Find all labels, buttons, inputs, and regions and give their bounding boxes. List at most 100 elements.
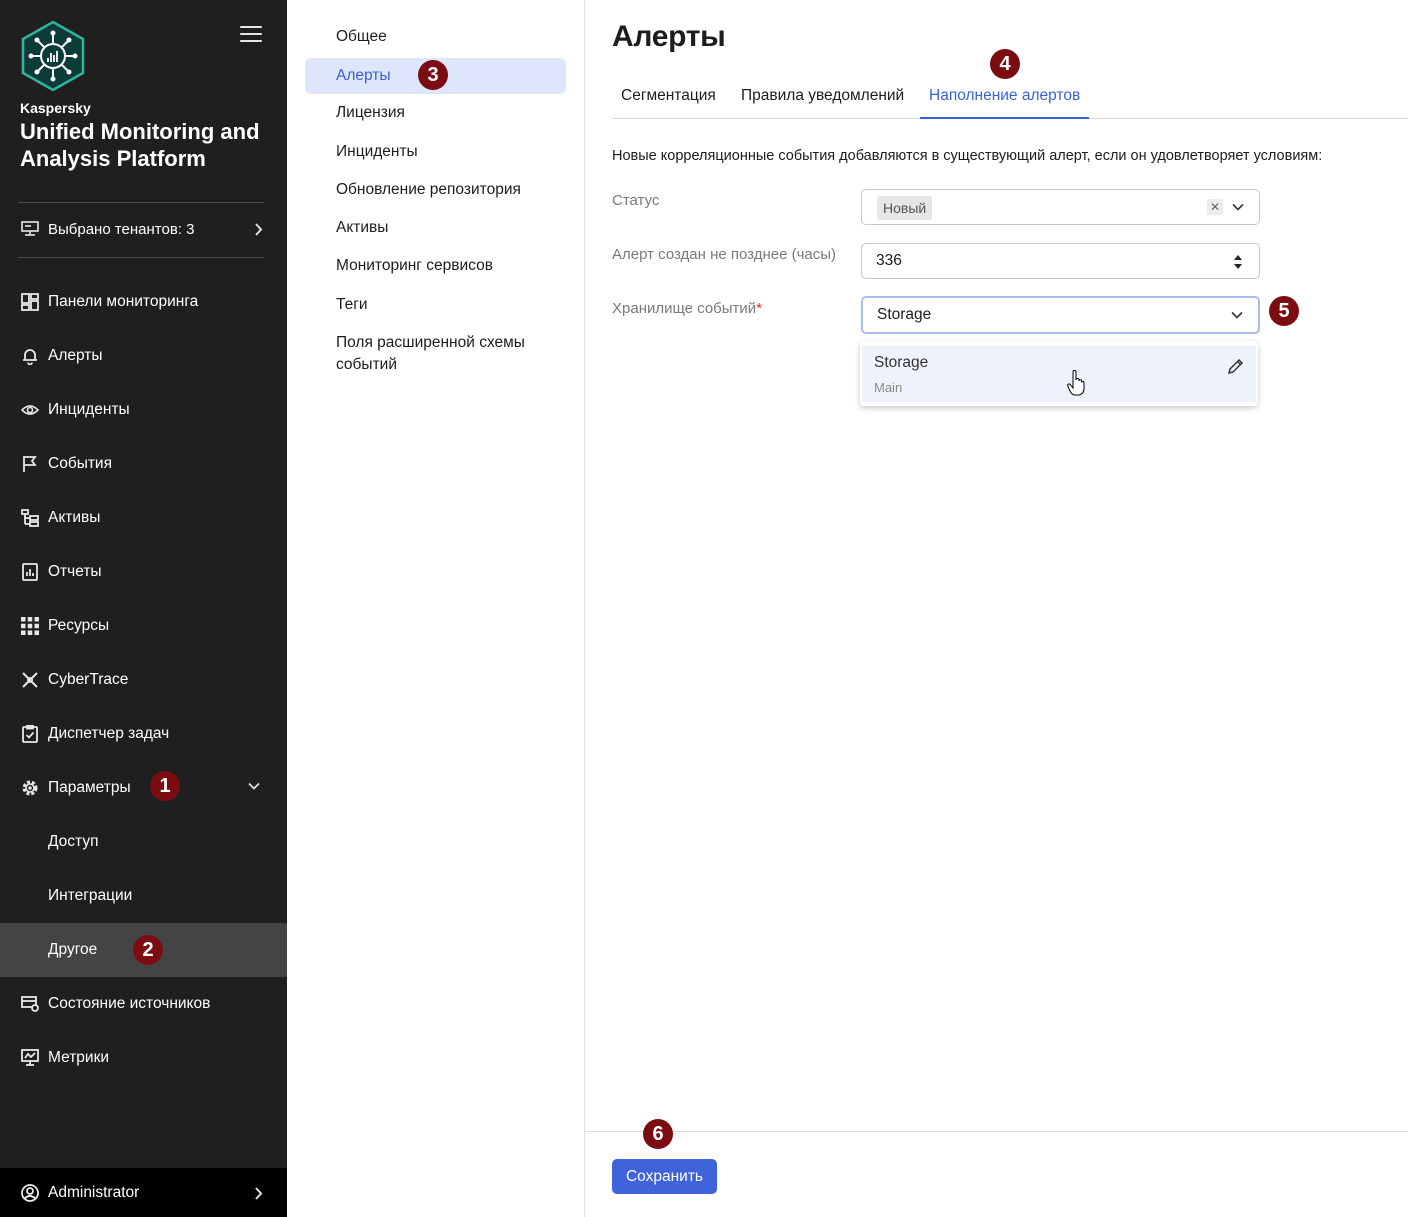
user-name: Administrator bbox=[48, 1183, 140, 1201]
nav-label: Отчеты bbox=[48, 563, 102, 580]
nav-item-cybertrace[interactable]: CyberTrace bbox=[0, 653, 287, 707]
nav-item-events[interactable]: События bbox=[0, 437, 287, 491]
nav-item-alerts[interactable]: Алерты bbox=[0, 329, 287, 383]
settings-item-service-monitoring[interactable]: Мониторинг сервисов bbox=[305, 255, 566, 277]
nav-subitem-access[interactable]: Доступ bbox=[0, 815, 287, 869]
hamburger-menu-icon[interactable] bbox=[240, 26, 262, 44]
chevron-down-icon bbox=[248, 782, 260, 790]
storage-option[interactable]: Storage Main bbox=[862, 346, 1256, 402]
alert-age-value: 336 bbox=[876, 252, 902, 269]
event-storage-label-text: Хранилище событий bbox=[612, 300, 757, 317]
nav-label: События bbox=[48, 455, 112, 472]
sidebar-divider bbox=[18, 202, 264, 203]
settings-item-general[interactable]: Общее bbox=[305, 26, 566, 48]
source-status-icon bbox=[20, 994, 40, 1014]
conditions-description: Новые корреляционные события добавляются… bbox=[612, 148, 1323, 164]
nav-label: Панели мониторинга bbox=[48, 293, 199, 310]
alert-age-label: Алерт создан не позднее (часы) bbox=[612, 246, 837, 263]
nav-item-settings[interactable]: Параметры bbox=[0, 761, 287, 815]
status-select[interactable]: Новый ✕ bbox=[861, 189, 1260, 225]
hand-cursor-icon bbox=[1067, 370, 1085, 396]
tab-bar: Сегментация Правила уведомлений Наполнен… bbox=[612, 80, 1408, 119]
chevron-right-icon bbox=[255, 223, 263, 236]
status-chip: Новый bbox=[877, 196, 933, 220]
brand-product-title: Unified Monitoring and Analysis Platform bbox=[20, 119, 260, 171]
nav-label: Доступ bbox=[48, 833, 99, 850]
number-stepper-icon[interactable] bbox=[1233, 253, 1243, 271]
chevron-down-icon[interactable] bbox=[1230, 308, 1244, 322]
footer-divider bbox=[585, 1131, 1408, 1132]
nav-label: Инциденты bbox=[48, 401, 130, 418]
kuma-logo-icon bbox=[21, 20, 85, 92]
status-label: Статус bbox=[612, 192, 660, 209]
step-badge-5: 5 bbox=[1269, 296, 1299, 326]
assets-tree-icon bbox=[20, 508, 40, 528]
chevron-right-icon bbox=[255, 1187, 263, 1200]
step-badge-1: 1 bbox=[150, 771, 180, 801]
nav-label: Интеграции bbox=[48, 887, 133, 904]
clipboard-check-icon bbox=[20, 724, 40, 744]
event-storage-value: Storage bbox=[877, 306, 932, 323]
tenant-icon bbox=[20, 219, 40, 239]
nav-subitem-integrations[interactable]: Интеграции bbox=[0, 869, 287, 923]
nav-item-resources[interactable]: Ресурсы bbox=[0, 599, 287, 653]
report-icon bbox=[20, 562, 40, 582]
bell-icon bbox=[20, 346, 40, 366]
nav-label: Состояние источников bbox=[48, 995, 211, 1012]
required-mark: * bbox=[756, 300, 763, 317]
tenant-selector[interactable]: Выбрано тенантов: 3 bbox=[0, 205, 287, 253]
app-window: Kaspersky Unified Monitoring and Analysi… bbox=[0, 0, 1408, 1217]
nav-item-reports[interactable]: Отчеты bbox=[0, 545, 287, 599]
nav-label: Ресурсы bbox=[48, 617, 110, 634]
save-button[interactable]: Сохранить bbox=[612, 1159, 717, 1194]
monitor-icon bbox=[20, 1048, 40, 1068]
nav-item-metrics[interactable]: Метрики bbox=[0, 1031, 287, 1085]
sidebar-divider bbox=[18, 257, 264, 258]
dashboard-icon bbox=[20, 292, 40, 312]
eye-icon bbox=[20, 400, 40, 420]
tab-notification-rules[interactable]: Правила уведомлений bbox=[732, 80, 913, 119]
nav-item-incidents[interactable]: Инциденты bbox=[0, 383, 287, 437]
step-badge-2: 2 bbox=[133, 935, 163, 965]
user-avatar-icon bbox=[20, 1183, 40, 1203]
nav-label: Другое bbox=[48, 941, 98, 958]
settings-item-repository-update[interactable]: Обновление репозитория bbox=[305, 179, 566, 201]
alert-age-input[interactable]: 336 bbox=[861, 243, 1260, 279]
option-title: Storage bbox=[874, 354, 929, 371]
main-content: Алерты Сегментация Правила уведомлений Н… bbox=[585, 0, 1408, 1217]
tab-segmentation[interactable]: Сегментация bbox=[612, 80, 725, 119]
step-badge-3: 3 bbox=[418, 60, 448, 90]
settings-item-extended-schema-fields[interactable]: Поля расширенной схемы событий bbox=[305, 332, 535, 376]
nav-label: Активы bbox=[48, 509, 101, 526]
page-title: Алерты bbox=[612, 20, 726, 53]
settings-item-tags[interactable]: Теги bbox=[305, 294, 566, 316]
nav-label: Диспетчер задач bbox=[48, 725, 170, 742]
step-badge-6: 6 bbox=[643, 1119, 673, 1149]
nav-label: Алерты bbox=[48, 347, 103, 364]
event-storage-label: Хранилище событий* bbox=[612, 300, 762, 317]
nav-item-assets[interactable]: Активы bbox=[0, 491, 287, 545]
main-sidebar: Kaspersky Unified Monitoring and Analysi… bbox=[0, 0, 287, 1217]
step-badge-4: 4 bbox=[990, 49, 1020, 79]
tenant-label: Выбрано тенантов: 3 bbox=[48, 220, 195, 238]
settings-section-list: Общее Алерты Лицензия Инциденты Обновлен… bbox=[287, 0, 585, 1217]
chevron-down-icon[interactable] bbox=[1231, 200, 1245, 214]
pencil-edit-icon[interactable] bbox=[1227, 358, 1244, 375]
gear-icon bbox=[20, 778, 40, 798]
nav-item-dashboards[interactable]: Панели мониторинга bbox=[0, 275, 287, 329]
clear-icon[interactable]: ✕ bbox=[1207, 199, 1223, 215]
nav-item-task-manager[interactable]: Диспетчер задач bbox=[0, 707, 287, 761]
settings-item-incidents[interactable]: Инциденты bbox=[305, 141, 566, 163]
user-menu[interactable]: Administrator bbox=[0, 1168, 287, 1217]
nav-label: CyberTrace bbox=[48, 671, 129, 688]
nav-label: Параметры bbox=[48, 779, 131, 796]
option-subtitle: Main bbox=[874, 380, 903, 395]
settings-item-license[interactable]: Лицензия bbox=[305, 102, 566, 124]
nav-item-source-status[interactable]: Состояние источников bbox=[0, 977, 287, 1031]
grid-icon bbox=[20, 616, 40, 636]
settings-item-assets[interactable]: Активы bbox=[305, 217, 566, 239]
event-storage-select[interactable]: Storage bbox=[861, 296, 1260, 334]
tab-alert-filling[interactable]: Наполнение алертов bbox=[920, 80, 1090, 119]
brand-vendor: Kaspersky bbox=[20, 100, 91, 116]
nav-label: Метрики bbox=[48, 1049, 110, 1066]
